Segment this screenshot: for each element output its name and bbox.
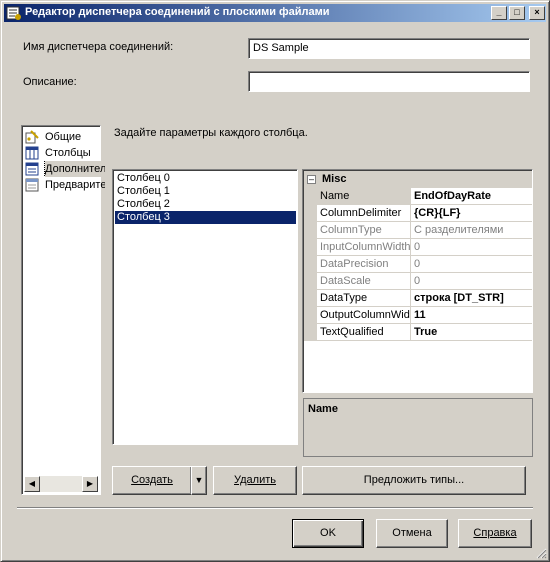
collapse-icon[interactable]: – [307, 175, 316, 184]
suggest-types-button-label: Предложить типы... [363, 474, 465, 486]
create-button[interactable]: Создать [112, 466, 192, 495]
scroll-left-icon[interactable]: ◀ [24, 476, 40, 492]
column-list[interactable]: Столбец 0 Столбец 1 Столбец 2 Столбец 3 [112, 169, 298, 445]
suggest-types-button[interactable]: Предложить типы... [302, 466, 526, 495]
window-title: Редактор диспетчера соединений с плоским… [25, 6, 330, 18]
property-value[interactable]: EndOfDayRate [411, 188, 532, 205]
property-row-columndelimiter[interactable]: ColumnDelimiter {CR}{LF} [304, 205, 532, 222]
description-label: Описание: [23, 76, 77, 88]
nav-item-advanced[interactable]: Дополнительно [25, 161, 105, 177]
minimize-button[interactable]: _ [491, 6, 507, 20]
description-input[interactable] [248, 71, 530, 92]
property-row-dataprecision[interactable]: DataPrecision 0 [304, 256, 532, 273]
nav-item-label: Столбцы [45, 147, 91, 159]
list-item[interactable]: Столбец 2 [115, 198, 296, 211]
advanced-icon [25, 162, 39, 176]
cancel-button[interactable]: Отмена [376, 519, 448, 548]
nav-item-general[interactable]: Общие [25, 129, 105, 145]
close-button[interactable]: × [529, 6, 545, 20]
chevron-down-icon: ▼ [194, 475, 204, 485]
help-button-label: Справка [473, 527, 517, 539]
property-row-outputcolumnwidth[interactable]: OutputColumnWidth 11 [304, 307, 532, 324]
property-row-inputcolumnwidth[interactable]: InputColumnWidth 0 [304, 239, 532, 256]
nav-horizontal-scrollbar[interactable]: ◀ ▶ [24, 476, 98, 492]
category-header-misc[interactable]: – Misc [304, 171, 532, 188]
property-value[interactable]: {CR}{LF} [411, 205, 532, 222]
resize-grip-icon[interactable] [535, 547, 547, 559]
property-name: DataType [317, 290, 411, 307]
property-name: Name [317, 188, 411, 205]
title-bar[interactable]: Редактор диспетчера соединений с плоским… [4, 4, 546, 22]
list-item[interactable]: Столбец 0 [115, 172, 296, 185]
instruction-text: Задайте параметры каждого столбца. [114, 127, 308, 139]
property-row-columntype[interactable]: ColumnType С разделителями [304, 222, 532, 239]
property-description-panel: Name [303, 398, 533, 457]
property-value[interactable]: 11 [411, 307, 532, 324]
nav-panel: Общие Столбцы Дополнительно [21, 125, 105, 495]
separator [17, 507, 533, 509]
nav-item-label: Дополнительно [43, 161, 105, 177]
nav-item-label: Предварительный просмотр [45, 179, 105, 191]
property-name: DataPrecision [317, 256, 411, 273]
property-grid: – Misc Name EndOfDayRate ColumnDelimiter… [302, 169, 533, 393]
property-row-name[interactable]: Name EndOfDayRate [304, 188, 532, 205]
maximize-button[interactable]: □ [509, 6, 525, 20]
dialog-window: Редактор диспетчера соединений с плоским… [0, 0, 550, 562]
property-value: 0 [411, 273, 532, 290]
property-row-datatype[interactable]: DataType строка [DT_STR] [304, 290, 532, 307]
list-item[interactable]: Столбец 3 [115, 211, 296, 224]
ok-button-label: OK [320, 527, 336, 539]
nav-item-columns[interactable]: Столбцы [25, 145, 105, 161]
create-dropdown-button[interactable]: ▼ [191, 466, 207, 495]
property-name: ColumnType [317, 222, 411, 239]
property-value: 0 [411, 239, 532, 256]
scroll-right-icon[interactable]: ▶ [82, 476, 98, 492]
create-button-label: Создать [131, 474, 173, 486]
nav-item-label: Общие [45, 131, 82, 143]
category-label: Misc [322, 173, 347, 185]
property-name: ColumnDelimiter [317, 205, 411, 222]
property-value[interactable]: строка [DT_STR] [411, 290, 532, 307]
connection-name-label: Имя диспетчера соединений: [23, 41, 174, 53]
property-name: DataScale [317, 273, 411, 290]
property-value: С разделителями [411, 222, 532, 239]
connection-name-input[interactable]: DS Sample [248, 38, 530, 59]
property-row-datascale[interactable]: DataScale 0 [304, 273, 532, 290]
list-item[interactable]: Столбец 1 [115, 185, 296, 198]
general-icon [25, 130, 39, 144]
property-description-title: Name [308, 403, 338, 415]
property-name: OutputColumnWidth [317, 307, 411, 324]
help-button[interactable]: Справка [458, 519, 532, 548]
property-value[interactable]: True [411, 324, 532, 341]
property-row-textqualified[interactable]: TextQualified True [304, 324, 532, 341]
cancel-button-label: Отмена [392, 527, 432, 539]
delete-button[interactable]: Удалить [213, 466, 297, 495]
property-value: 0 [411, 256, 532, 273]
ok-button[interactable]: OK [292, 519, 364, 548]
preview-icon [25, 178, 39, 192]
flat-file-connection-icon [6, 6, 21, 20]
nav-item-preview[interactable]: Предварительный просмотр [25, 177, 105, 193]
delete-button-label: Удалить [234, 474, 276, 486]
columns-icon [25, 146, 39, 160]
property-name: TextQualified [317, 324, 411, 341]
property-name: InputColumnWidth [317, 239, 411, 256]
